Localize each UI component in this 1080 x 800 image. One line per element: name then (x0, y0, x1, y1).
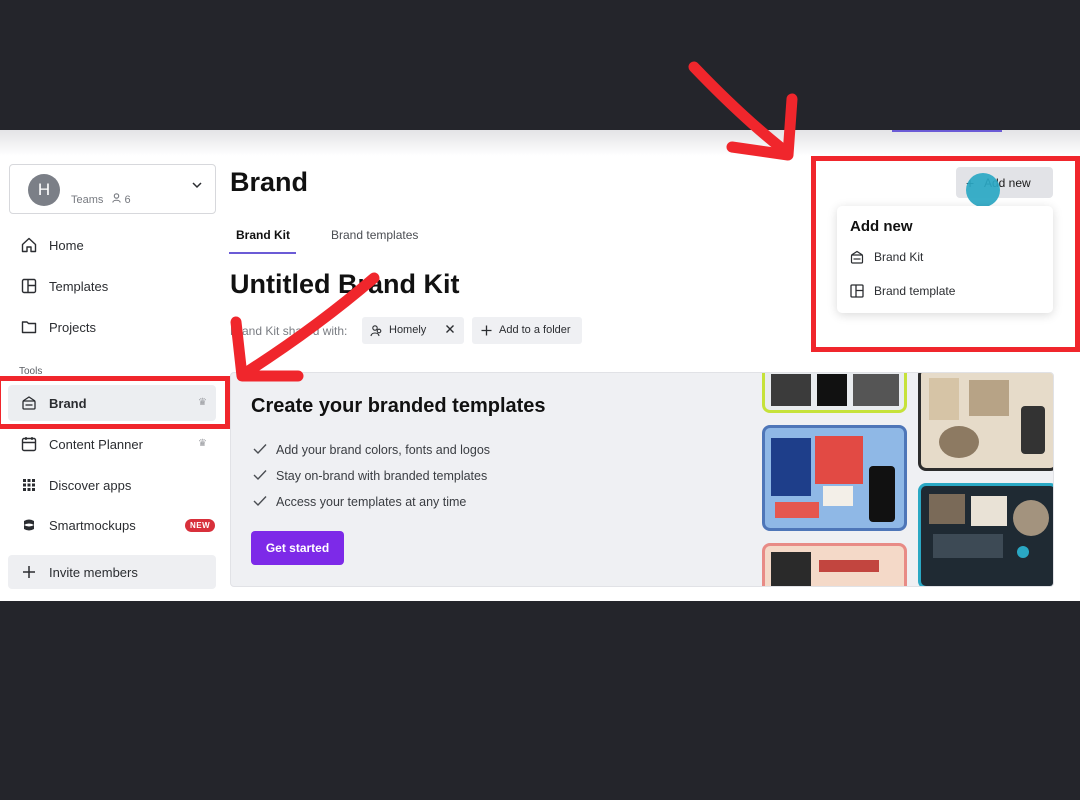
team-member-count: 6 (124, 194, 131, 206)
template-thumbnail (762, 543, 907, 586)
smartmockups-icon (24, 519, 34, 531)
sidebar-item-label: Content Planner (49, 437, 143, 452)
template-thumbnail (918, 373, 1053, 471)
benefit-item: Add your brand colors, fonts and logos (253, 443, 490, 457)
avatar: H (28, 174, 60, 206)
get-started-button[interactable]: Get started (251, 531, 344, 565)
benefit-item: Access your templates at any time (253, 495, 466, 509)
annotation-highlight-brand (0, 376, 230, 429)
home-icon (21, 237, 37, 253)
page-title: Brand (230, 167, 309, 197)
sidebar-item-content-planner[interactable]: Content Planner ♛ (8, 426, 216, 462)
sidebar-item-label: Smartmockups (49, 518, 136, 533)
members-icon (112, 193, 122, 206)
tab-brand-kit[interactable]: Brand Kit (236, 228, 290, 242)
active-tab-indicator (229, 252, 296, 254)
benefit-text: Access your templates at any time (276, 495, 467, 509)
banner-title: Create your branded templates (251, 395, 546, 417)
calendar-icon (21, 437, 37, 452)
benefit-item: Stay on-brand with branded templates (253, 469, 487, 483)
sidebar-item-smartmockups[interactable]: Smartmockups NEW (8, 507, 216, 543)
annotation-highlight-add-new (811, 156, 1080, 352)
template-thumbnail (918, 483, 1053, 586)
branded-templates-banner: Create your branded templates Add your b… (230, 372, 1054, 587)
top-bar (0, 130, 1080, 156)
benefit-text: Add your brand colors, fonts and logos (276, 443, 491, 457)
crown-icon: ♛ (198, 438, 207, 449)
benefit-text: Stay on-brand with branded templates (276, 469, 488, 483)
team-switcher[interactable]: H Teams 6 (9, 164, 216, 214)
team-label: Teams (71, 194, 104, 206)
shared-team-name: Homely (389, 324, 427, 336)
folder-icon (21, 321, 37, 334)
annotation-arrow-down-right (688, 61, 798, 161)
top-accent-line (892, 130, 1002, 132)
sidebar-item-discover-apps[interactable]: Discover apps (8, 467, 216, 503)
chevron-down-icon[interactable] (191, 179, 203, 191)
sidebar-item-label: Projects (49, 320, 96, 335)
sidebar-item-templates[interactable]: Templates (8, 268, 216, 304)
plus-icon (481, 325, 492, 336)
add-to-folder-label: Add to a folder (499, 324, 571, 336)
apps-grid-icon (23, 479, 35, 491)
check-icon (253, 470, 267, 481)
check-icon (253, 496, 267, 507)
invite-members-label: Invite members (49, 565, 138, 580)
template-thumbnail (762, 425, 907, 531)
add-to-folder-button[interactable]: Add to a folder (472, 317, 582, 344)
sidebar-item-label: Discover apps (49, 478, 132, 493)
new-badge: NEW (185, 519, 216, 532)
sidebar-item-label: Home (49, 238, 84, 253)
plus-icon (23, 566, 35, 578)
sidebar-item-projects[interactable]: Projects (8, 309, 216, 345)
annotation-arrow-down-left (230, 272, 380, 382)
templates-icon (21, 278, 37, 294)
team-meta: Teams 6 (71, 193, 131, 206)
sidebar-item-home[interactable]: Home (8, 227, 216, 263)
invite-members-button[interactable]: Invite members (8, 555, 216, 589)
tab-brand-templates[interactable]: Brand templates (331, 228, 418, 242)
close-icon[interactable] (444, 323, 456, 335)
sidebar-item-label: Templates (49, 279, 109, 294)
check-icon (253, 444, 267, 455)
template-thumbnail (762, 373, 907, 413)
